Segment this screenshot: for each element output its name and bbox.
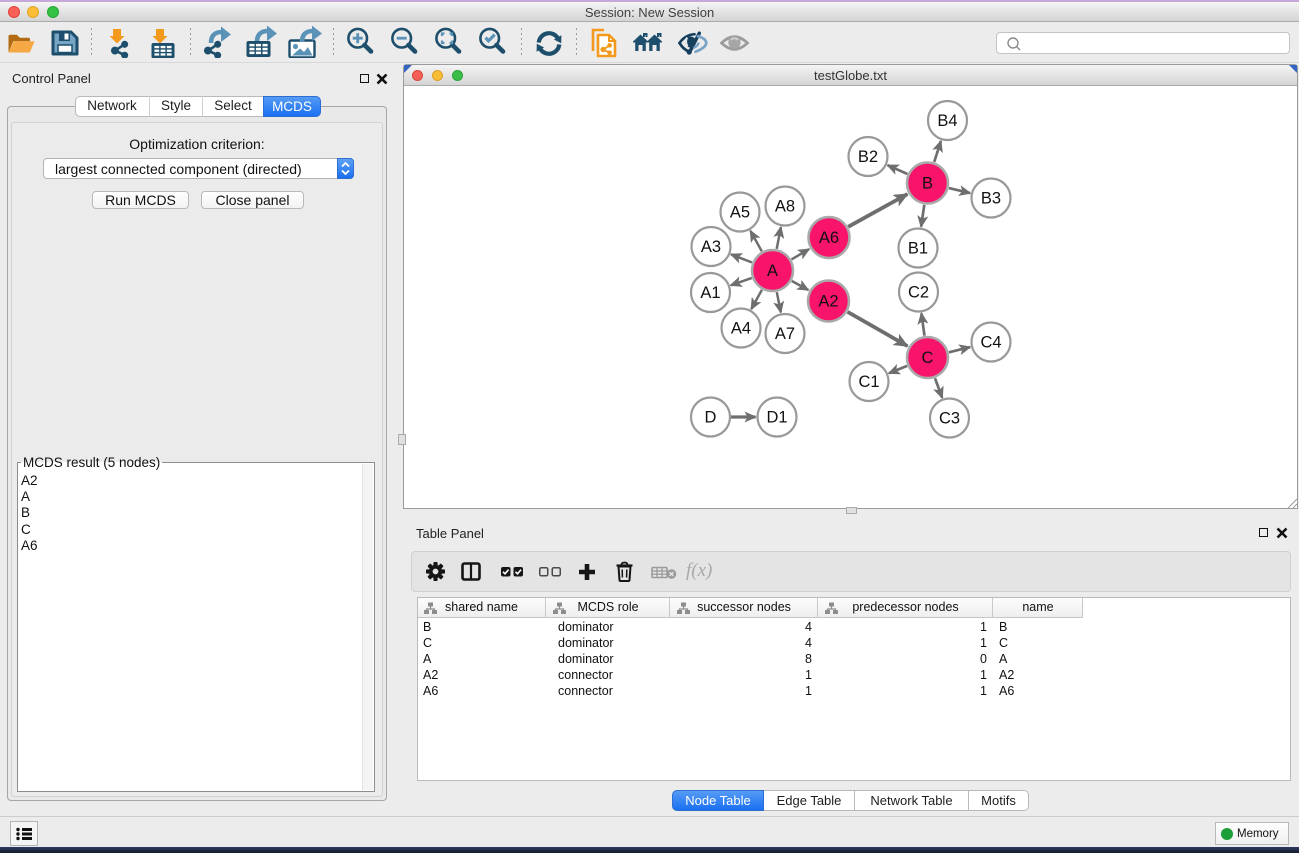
svg-text:D: D [705, 409, 717, 427]
svg-text:D1: D1 [766, 409, 787, 427]
svg-text:C4: C4 [980, 334, 1001, 352]
svg-text:C1: C1 [858, 373, 879, 391]
svg-text:C: C [922, 349, 934, 367]
svg-text:A6: A6 [819, 229, 839, 247]
svg-text:B1: B1 [908, 240, 928, 258]
svg-text:A8: A8 [775, 198, 795, 216]
svg-text:A: A [767, 262, 778, 280]
svg-text:B2: B2 [858, 148, 878, 166]
svg-text:B3: B3 [981, 190, 1001, 208]
svg-text:A7: A7 [775, 325, 795, 343]
svg-text:A4: A4 [731, 320, 751, 338]
svg-text:C2: C2 [908, 284, 929, 302]
svg-text:B4: B4 [937, 112, 957, 130]
svg-text:A5: A5 [730, 204, 750, 222]
svg-text:A2: A2 [818, 293, 838, 311]
svg-text:A3: A3 [701, 238, 721, 256]
svg-text:B: B [922, 175, 933, 193]
svg-text:C3: C3 [939, 410, 960, 428]
svg-text:A1: A1 [700, 284, 720, 302]
